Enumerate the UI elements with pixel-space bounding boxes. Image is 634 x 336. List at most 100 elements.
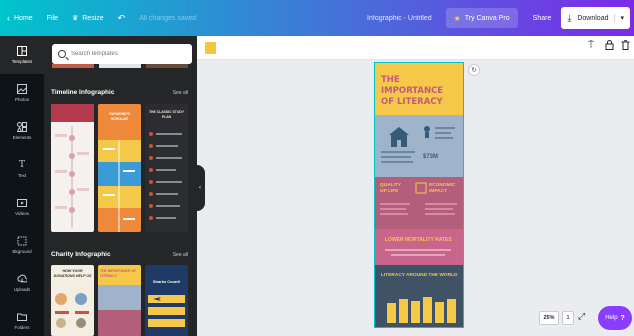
rail-label: Uploads [13, 287, 31, 292]
resize-button[interactable]: ♛ Resize [65, 0, 111, 36]
poster-world-band: LITERACY AROUND THE WORLD [375, 265, 463, 327]
chevron-left-icon: ‹ [199, 185, 201, 191]
world-bar [411, 301, 420, 323]
uploads-icon [17, 274, 28, 284]
download-label: Download [577, 14, 609, 22]
top-bar: ‹ Home File ♛ Resize ↶ All changes saved… [0, 0, 634, 36]
home-label: Home [14, 14, 33, 22]
rail-item-folders[interactable]: Folders [0, 302, 44, 336]
try-canva-pro-button[interactable]: ★ Try Canva Pro [445, 8, 518, 28]
see-all-link[interactable]: See all [173, 252, 188, 258]
undo-icon: ↶ [117, 12, 126, 23]
design-page[interactable]: THE IMPORTANCE OF LITERACY $73M QUALITY … [374, 62, 464, 328]
elements-icon [17, 122, 28, 132]
question-mark-icon: ? [620, 314, 625, 322]
thumb-band [98, 285, 141, 310]
trash-icon[interactable] [621, 40, 630, 53]
rail-item-videos[interactable]: Videos [0, 188, 44, 226]
photos-icon [17, 84, 28, 94]
template-thumbnail[interactable]: RAYMOND'S SCHOLAR [98, 104, 141, 232]
collapse-panel-tab[interactable]: ‹ [195, 165, 205, 211]
chevron-down-icon[interactable]: ▾ [614, 14, 624, 22]
help-button[interactable]: Help ? [598, 306, 632, 330]
search-icon [58, 50, 66, 58]
poster-title-line: THE IMPORTANCE [381, 75, 444, 96]
page-count-button[interactable]: 1 [562, 311, 574, 325]
thumb-title: Sharks Count! [152, 279, 181, 284]
poster-stat-value[interactable]: $73M [423, 154, 438, 160]
file-menu[interactable]: File [40, 0, 65, 36]
try-pro-wrapper: ★ Try Canva Pro [439, 0, 525, 36]
resize-label: Resize [82, 14, 104, 22]
text-icon: T [18, 159, 25, 170]
thumb-header [98, 104, 141, 140]
timeline-graphic [149, 132, 182, 220]
color-swatch[interactable] [205, 42, 216, 54]
template-thumbnail[interactable] [51, 104, 94, 232]
save-status-label: All changes saved [139, 14, 197, 22]
world-bar [399, 299, 408, 323]
refresh-icon[interactable]: ↻ [468, 64, 480, 76]
help-label: Help [605, 315, 618, 321]
fullscreen-icon[interactable]: ⤢ [578, 311, 585, 322]
undo-button[interactable]: ↶ [111, 0, 133, 36]
lock-icon[interactable] [605, 40, 614, 53]
search-input[interactable] [71, 51, 181, 57]
world-bar [423, 297, 432, 323]
template-thumbnail[interactable]: HOW YOUR DONATIONS HELP US [51, 265, 94, 336]
mortality-graphic [385, 249, 451, 256]
templates-panel: Timeline Infographic See all RAYMOND'S S… [44, 36, 197, 336]
poster-title-line: OF LITERACY [381, 97, 443, 107]
rail-item-templates[interactable]: Templates [0, 36, 44, 74]
poster-mortality-band: LOWER MORTALITY RATES [375, 229, 463, 265]
poster-impact-band: QUALITY OF LIFE ECONOMIC IMPACT [375, 177, 463, 229]
see-all-link[interactable]: See all [173, 90, 188, 96]
section-title: Timeline Infographic [51, 89, 115, 96]
thumb-title: THE IMPORTANCE OF LITERACY [100, 269, 136, 278]
rail-label: Videos [15, 211, 29, 216]
template-thumbnail-peek[interactable] [52, 64, 94, 68]
rail-item-uploads[interactable]: Uploads [0, 264, 44, 302]
zoom-level[interactable]: 25% [539, 311, 559, 325]
folders-icon [17, 312, 28, 322]
charity-graphic [55, 293, 89, 328]
rail-item-text[interactable]: T Text [0, 150, 44, 188]
crown-icon: ♛ [71, 15, 79, 22]
rail-item-elements[interactable]: Elements [0, 112, 44, 150]
rail-item-photos[interactable]: Photos [0, 74, 44, 112]
share-label: Share [532, 14, 552, 22]
save-status: All changes saved [132, 0, 203, 36]
search-templates-box[interactable] [52, 44, 192, 64]
videos-icon [17, 198, 28, 208]
paint-roller-icon[interactable]: ⍑ [588, 40, 594, 51]
charity-graphic [148, 295, 185, 327]
timeline-graphic [51, 104, 94, 228]
side-nav-rail: Templates Photos Elements T Text Videos … [0, 36, 44, 336]
poster-stats-band [375, 115, 463, 177]
thumb-title: THE CLASSIC STUDY PLAN [148, 110, 185, 119]
share-button[interactable]: Share [525, 0, 560, 36]
rail-label: Bkground [12, 249, 32, 254]
download-button[interactable]: ⤓ Download ▾ [561, 7, 630, 29]
download-icon: ⤓ [567, 12, 572, 23]
template-thumbnail[interactable]: THE CLASSIC STUDY PLAN [145, 104, 188, 232]
home-button[interactable]: ‹ Home [0, 0, 40, 36]
thumb-title: RAYMOND'S SCHOLAR [109, 112, 130, 121]
editor-toolbar: ⍑ [197, 36, 634, 60]
rail-label: Folders [14, 325, 30, 330]
template-thumbnail-peek[interactable] [99, 64, 141, 68]
world-bar [447, 299, 456, 323]
try-pro-label: Try Canva Pro [464, 14, 510, 22]
poster-title[interactable]: THE IMPORTANCE OF LITERACY [381, 75, 463, 108]
background-icon [17, 236, 28, 246]
rail-label: Elements [12, 135, 32, 140]
template-thumbnail-peek[interactable] [146, 64, 188, 68]
rail-item-background[interactable]: Bkground [0, 226, 44, 264]
world-bar [435, 302, 444, 323]
thumb-band [98, 310, 141, 336]
poster-world-text[interactable]: LITERACY AROUND THE WORLD [381, 273, 457, 278]
document-title[interactable]: Infographic - Untitled [360, 0, 439, 36]
section-title: Charity Infographic [51, 251, 111, 258]
template-thumbnail[interactable]: Sharks Count! [145, 265, 188, 336]
template-thumbnail[interactable]: THE IMPORTANCE OF LITERACY [98, 265, 141, 336]
